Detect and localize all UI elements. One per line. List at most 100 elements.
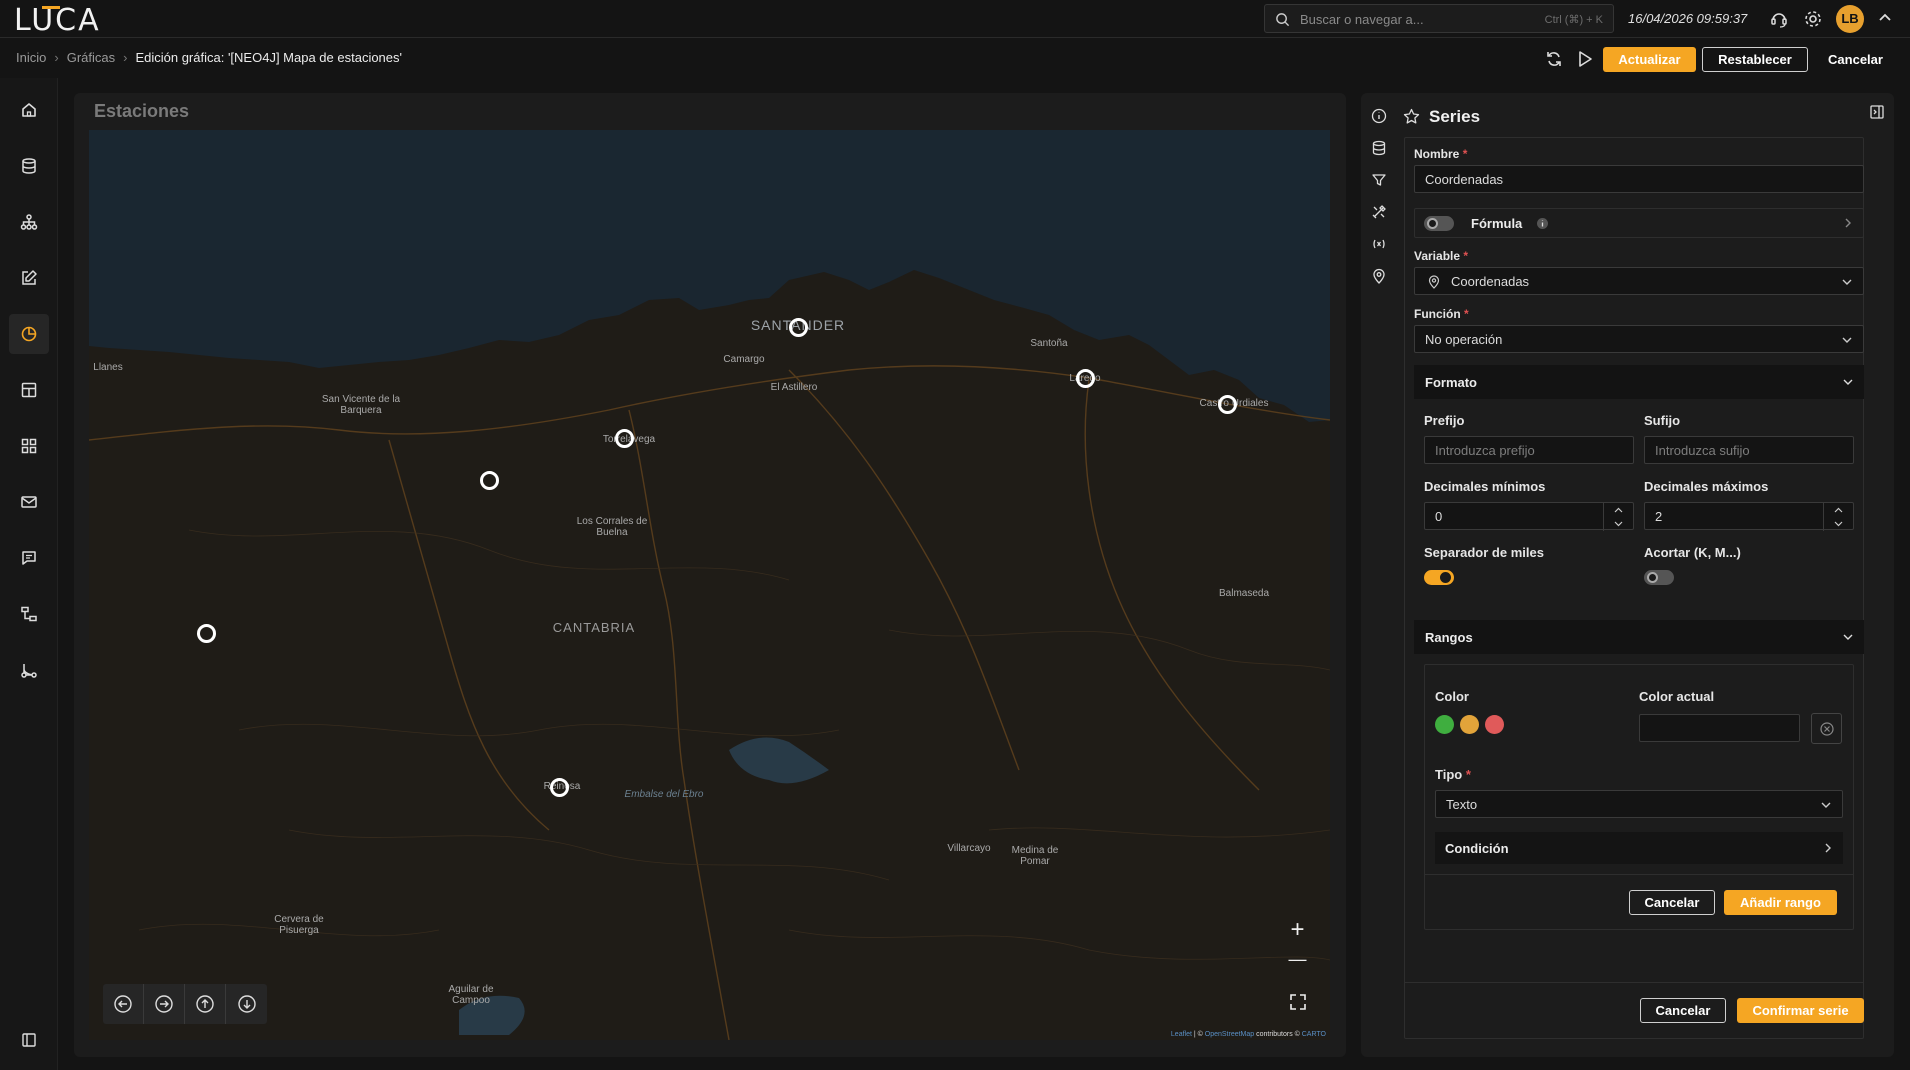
add-range-button[interactable]: Añadir rango — [1724, 890, 1837, 915]
funcion-select[interactable]: No operación — [1414, 325, 1864, 353]
info-icon[interactable] — [1536, 217, 1549, 230]
update-button[interactable]: Actualizar — [1603, 47, 1696, 72]
formula-toggle[interactable] — [1424, 216, 1454, 231]
clear-color-button[interactable] — [1811, 713, 1842, 744]
increment-icon[interactable] — [1824, 503, 1853, 517]
decrement-icon[interactable] — [1824, 517, 1853, 531]
breadcrumb-item-graficas[interactable]: Gráficas — [67, 50, 115, 65]
rangos-title: Rangos — [1425, 629, 1473, 645]
map[interactable]: SANTANDER Camargo El Astillero Santoña L… — [89, 130, 1330, 1040]
attribution-osm[interactable]: OpenStreetMap — [1205, 1031, 1254, 1038]
fullscreen-icon — [1289, 993, 1307, 1011]
map-pin-icon — [1371, 268, 1387, 284]
sidebar-item-charts[interactable] — [9, 314, 49, 354]
tipo-select[interactable]: Texto — [1435, 790, 1843, 818]
color-swatch-red[interactable] — [1485, 715, 1504, 734]
star-icon[interactable] — [1403, 108, 1420, 125]
tab-filter[interactable] — [1366, 164, 1392, 196]
avatar[interactable]: LB — [1836, 5, 1864, 33]
sidebar-item-workflow[interactable] — [9, 594, 49, 634]
attribution-mid: contributors © — [1254, 1031, 1302, 1038]
top-bar: LUCA Buscar o navegar a... Ctrl (⌘) + K … — [0, 0, 1910, 38]
decrement-icon[interactable] — [1604, 517, 1633, 531]
chevron-up-icon[interactable] — [1878, 11, 1892, 25]
breadcrumb: Inicio › Gráficas › Edición gráfica: '[N… — [16, 50, 402, 65]
zoom-in-button[interactable]: + — [1283, 916, 1312, 943]
sidebar-item-hierarchy[interactable] — [9, 202, 49, 242]
tab-data[interactable] — [1366, 132, 1392, 164]
rangos-section-header[interactable]: Rangos — [1414, 620, 1864, 654]
sidebar-item-route[interactable] — [9, 650, 49, 690]
map-label-medina: Medina de Pomar — [1011, 845, 1059, 867]
prefijo-label: Prefijo — [1424, 413, 1465, 428]
sidebar-item-home[interactable] — [9, 90, 49, 130]
sidebar-item-messages[interactable] — [9, 538, 49, 578]
app-logo[interactable]: LUCA — [14, 3, 101, 38]
search-input[interactable]: Buscar o navegar a... Ctrl (⌘) + K — [1264, 4, 1614, 33]
prefijo-field[interactable]: Introduzca prefijo — [1424, 436, 1634, 464]
play-icon[interactable] — [1577, 50, 1593, 68]
tab-location[interactable] — [1366, 260, 1392, 292]
variable-select[interactable]: Coordenadas — [1414, 267, 1864, 295]
search-placeholder: Buscar o navegar a... — [1300, 12, 1424, 27]
map-marker[interactable] — [1076, 369, 1095, 388]
tab-tools[interactable] — [1366, 196, 1392, 228]
edit-icon — [20, 269, 38, 287]
sidebar-item-edit[interactable] — [9, 258, 49, 298]
tab-info[interactable] — [1366, 100, 1392, 132]
sidebar-item-mail[interactable] — [9, 482, 49, 522]
map-label-san-vicente: San Vicente de la Barquera — [321, 394, 401, 416]
arrow-right-icon — [154, 994, 174, 1014]
map-marker[interactable] — [615, 429, 634, 448]
chevron-right-icon — [1823, 843, 1833, 853]
mail-icon — [20, 493, 38, 511]
map-marker[interactable] — [550, 778, 569, 797]
sidebar-item-apps[interactable] — [9, 426, 49, 466]
formato-section-header[interactable]: Formato — [1414, 365, 1864, 399]
zoom-out-button[interactable]: — — [1283, 946, 1312, 973]
prefijo-placeholder: Introduzca prefijo — [1435, 442, 1535, 458]
map-marker[interactable] — [1218, 395, 1237, 414]
sidebar-collapse-button[interactable] — [9, 1020, 49, 1060]
sidebar-item-database[interactable] — [9, 146, 49, 186]
map-marker[interactable] — [197, 624, 216, 643]
breadcrumb-item-inicio[interactable]: Inicio — [16, 50, 46, 65]
logo-accent — [42, 6, 60, 9]
panel-collapse-icon[interactable] — [1869, 104, 1885, 120]
settings-icon[interactable] — [1803, 9, 1823, 29]
reset-button[interactable]: Restablecer — [1702, 47, 1808, 72]
cancel-series-button[interactable]: Cancelar — [1640, 998, 1726, 1023]
dec-min-stepper[interactable]: 0 — [1424, 502, 1634, 531]
chevron-down-icon — [1841, 334, 1853, 346]
map-marker[interactable] — [789, 318, 808, 337]
attribution-leaflet[interactable]: Leaflet — [1171, 1031, 1192, 1038]
confirm-series-button[interactable]: Confirmar serie — [1737, 998, 1864, 1023]
refresh-icon[interactable] — [1545, 50, 1563, 68]
formula-row[interactable]: Fórmula — [1414, 208, 1864, 238]
dec-max-stepper[interactable]: 2 — [1644, 502, 1854, 531]
increment-icon[interactable] — [1604, 503, 1633, 517]
pan-up-button[interactable] — [185, 984, 226, 1024]
acortar-toggle[interactable] — [1644, 570, 1674, 585]
sidebar-item-dashboard[interactable] — [9, 370, 49, 410]
support-icon[interactable] — [1769, 9, 1789, 29]
color-swatch-green[interactable] — [1435, 715, 1454, 734]
pan-left-button[interactable] — [103, 984, 144, 1024]
attribution-carto[interactable]: CARTO — [1302, 1031, 1326, 1038]
hierarchy-icon — [20, 213, 38, 231]
variable-label: Variable * — [1414, 249, 1468, 263]
pan-down-button[interactable] — [226, 984, 267, 1024]
nombre-field[interactable]: Coordenadas — [1414, 165, 1864, 193]
separador-toggle[interactable] — [1424, 570, 1454, 585]
cancel-range-button[interactable]: Cancelar — [1629, 890, 1715, 915]
map-marker[interactable] — [480, 471, 499, 490]
fullscreen-button[interactable] — [1283, 988, 1312, 1015]
pan-right-button[interactable] — [144, 984, 185, 1024]
color-swatch-orange[interactable] — [1460, 715, 1479, 734]
cancel-button[interactable]: Cancelar — [1818, 47, 1893, 72]
sufijo-field[interactable]: Introduzca sufijo — [1644, 436, 1854, 464]
dec-min-value: 0 — [1435, 508, 1443, 524]
color-actual-field[interactable] — [1639, 714, 1800, 742]
tab-variables[interactable] — [1366, 228, 1392, 260]
condicion-row[interactable]: Condición — [1435, 832, 1843, 864]
